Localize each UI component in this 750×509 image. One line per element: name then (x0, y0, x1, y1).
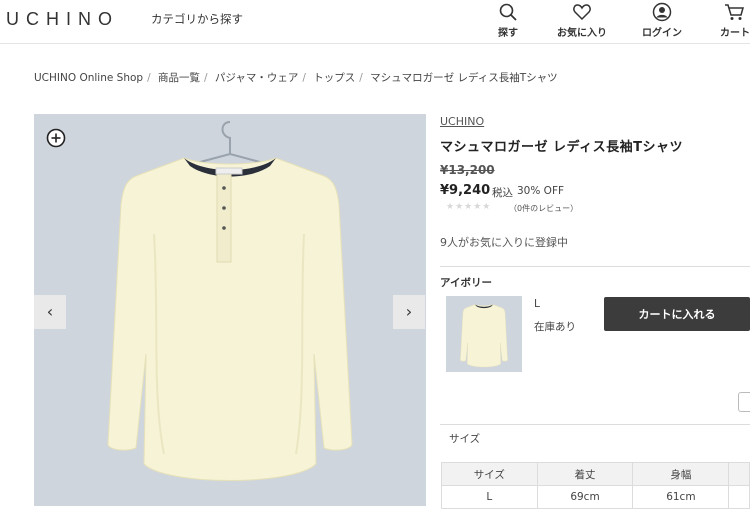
chevron-left-icon: ‹ (46, 302, 54, 321)
size-table-header (728, 462, 750, 486)
original-price: ¥13,200 (440, 163, 495, 177)
size-table-header-row: サイズ 着丈 身幅 (441, 462, 750, 486)
discount-label: 30% OFF (517, 185, 565, 197)
size-table-cell: 69cm (536, 485, 634, 509)
variant-thumbnail[interactable] (446, 296, 522, 372)
heart-icon (573, 4, 591, 21)
breadcrumb-item[interactable]: トップス (313, 72, 355, 84)
nav-login-label: ログイン (642, 28, 682, 39)
breadcrumb-item[interactable]: 商品一覧 (158, 72, 200, 84)
stock-status: 在庫あり (534, 321, 576, 333)
nav-cart[interactable]: カート (705, 2, 750, 39)
brand-link[interactable]: UCHINO (440, 115, 484, 128)
sale-price: ¥9,240 (440, 183, 491, 198)
zoom-icon[interactable] (46, 128, 66, 148)
quantity-box[interactable] (738, 392, 750, 412)
size-section-heading: サイズ (449, 433, 481, 445)
breadcrumb-item[interactable]: UCHINO Online Shop (34, 72, 143, 84)
cart-icon (725, 4, 744, 20)
breadcrumb-item[interactable]: パジャマ・ウェア (215, 72, 298, 84)
site-logo[interactable]: UCHINO (6, 9, 119, 30)
size-table-cell (728, 485, 750, 509)
size-table-cell: 61cm (632, 485, 730, 509)
nav-favorites-label: お気に入り (557, 28, 607, 39)
product-name: マシュマロガーゼ レディス長袖Tシャツ (440, 140, 683, 155)
breadcrumb-separator: / (359, 72, 363, 84)
divider (440, 424, 750, 425)
site-header: UCHINO カテゴリから探す 探す お気に入り ログイン カート (0, 0, 750, 44)
tax-label: 税込 (492, 187, 513, 199)
nav-search[interactable]: 探す (478, 2, 538, 39)
category-search-link[interactable]: カテゴリから探す (151, 11, 243, 27)
divider (440, 266, 750, 267)
breadcrumb-current: マシュマロガーゼ レディス長袖Tシャツ (370, 72, 558, 84)
breadcrumb-separator: / (147, 72, 151, 84)
size-table: サイズ 着丈 身幅 L 69cm 61cm (441, 462, 750, 509)
breadcrumb: UCHINO Online Shop / 商品一覧 / パジャマ・ウェア / トップス… (34, 70, 558, 85)
breadcrumb-separator: / (302, 72, 306, 84)
size-table-cell: L (441, 485, 538, 509)
chevron-right-icon: › (405, 302, 413, 321)
variant-size: L (534, 298, 540, 310)
shirt-thumbnail-illustration (460, 304, 508, 368)
size-table-header: サイズ (441, 462, 538, 486)
size-table-header: 着丈 (536, 462, 634, 486)
color-name: アイボリー (440, 277, 492, 289)
rating-stars: ★★★★★ (446, 202, 492, 212)
favorites-count: 9人がお気に入りに登録中 (440, 236, 568, 249)
add-to-cart-button[interactable]: カートに入れる (604, 297, 750, 331)
product-image[interactable] (34, 114, 426, 506)
size-table-row: L 69cm 61cm (441, 485, 750, 509)
next-image-button[interactable]: › (393, 295, 425, 329)
review-count-link[interactable]: （0件のレビュー） (509, 203, 578, 214)
nav-login[interactable]: ログイン (632, 2, 692, 39)
prev-image-button[interactable]: ‹ (34, 295, 66, 329)
shirt-illustration (107, 121, 353, 481)
user-icon (652, 2, 672, 22)
nav-cart-label: カート (720, 28, 750, 39)
search-icon (499, 3, 517, 21)
nav-search-label: 探す (498, 28, 518, 39)
breadcrumb-separator: / (203, 72, 208, 84)
nav-favorites[interactable]: お気に入り (552, 2, 612, 39)
size-table-header: 身幅 (632, 462, 730, 486)
